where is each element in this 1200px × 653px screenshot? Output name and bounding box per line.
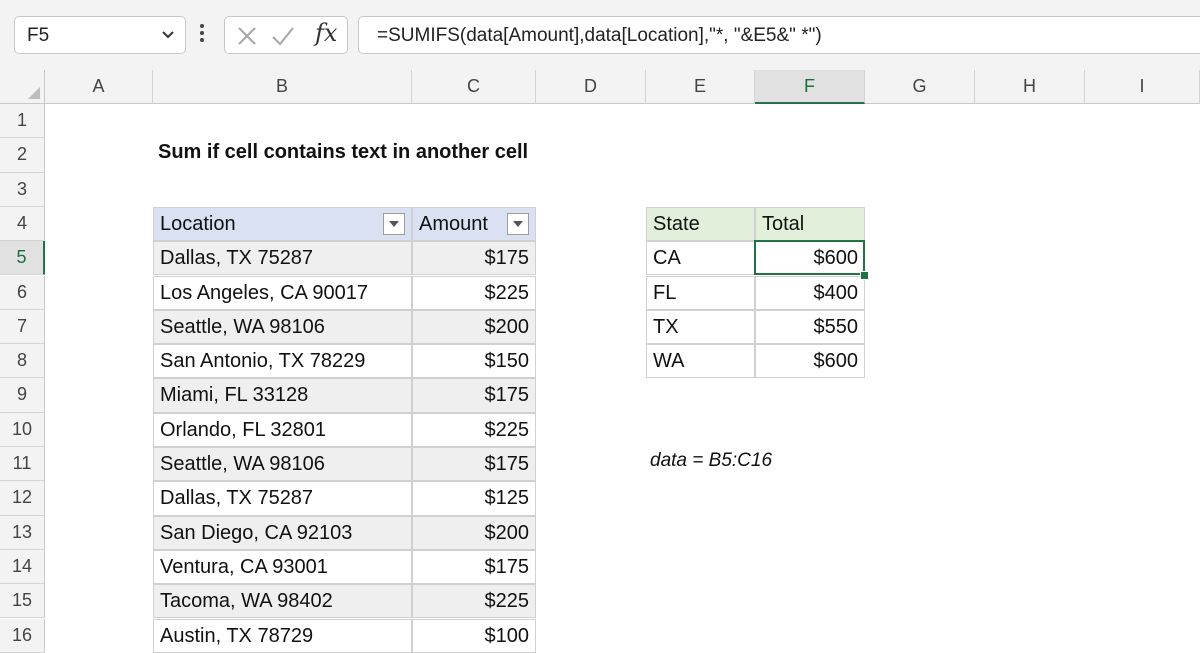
location-cell[interactable]: Ventura, CA 93001	[153, 549, 412, 585]
amount-cell[interactable]: $200	[412, 309, 536, 345]
state-cell[interactable]: TX	[646, 309, 755, 345]
column-header-b[interactable]: B	[153, 70, 412, 104]
name-box[interactable]: F5	[14, 16, 186, 54]
column-header-g[interactable]: G	[865, 70, 975, 104]
location-cell[interactable]: Tacoma, WA 98402	[153, 584, 412, 619]
row-header-3[interactable]: 3	[0, 172, 45, 207]
sheet-title[interactable]: Sum if cell contains text in another cel…	[158, 141, 528, 164]
name-box-value: F5	[27, 25, 50, 46]
amount-cell[interactable]: $175	[412, 447, 536, 482]
total-cell[interactable]: $400	[755, 275, 865, 310]
amount-cell[interactable]: $150	[412, 344, 536, 379]
filter-dropdown-icon[interactable]	[507, 212, 529, 235]
row-header-6[interactable]: 6	[0, 275, 45, 310]
amount-cell[interactable]: $225	[412, 412, 536, 447]
state-cell[interactable]: CA	[646, 241, 755, 276]
row-header-9[interactable]: 9	[0, 378, 45, 413]
column-header-d[interactable]: D	[536, 70, 646, 104]
enter-check-icon[interactable]	[271, 26, 295, 46]
formula-text: =SUMIFS(data[Amount],data[Location],"*, …	[377, 25, 822, 46]
location-cell[interactable]: San Antonio, TX 78229	[153, 344, 412, 379]
location-cell[interactable]: Los Angeles, CA 90017	[153, 275, 412, 310]
column-header-i[interactable]: I	[1085, 70, 1200, 104]
fill-handle[interactable]	[860, 270, 869, 280]
location-cell[interactable]: Austin, TX 78729	[153, 618, 412, 653]
amount-cell[interactable]: $175	[412, 378, 536, 413]
formula-actions: fx	[224, 16, 348, 54]
state-cell[interactable]: FL	[646, 275, 755, 310]
row-header-12[interactable]: 12	[0, 481, 45, 516]
total-cell[interactable]: $550	[755, 309, 865, 345]
column-header-h[interactable]: H	[975, 70, 1085, 104]
location-cell[interactable]: Seattle, WA 98106	[153, 447, 412, 482]
location-cell[interactable]: Dallas, TX 75287	[153, 241, 412, 276]
amount-cell[interactable]: $200	[412, 515, 536, 550]
active-cell-selection[interactable]	[754, 240, 865, 276]
amount-cell[interactable]: $225	[412, 275, 536, 310]
formula-bar-area: F5 fx =SUMIFS(data[Amount],data[Location…	[0, 0, 1200, 70]
state-header[interactable]: State	[646, 206, 755, 242]
location-cell[interactable]: Seattle, WA 98106	[153, 309, 412, 345]
more-options-icon[interactable]	[199, 24, 205, 48]
row-header-13[interactable]: 13	[0, 515, 45, 550]
chevron-down-icon[interactable]	[161, 30, 175, 40]
row-header-8[interactable]: 8	[0, 344, 45, 379]
row-header-16[interactable]: 16	[0, 618, 45, 653]
location-cell[interactable]: Miami, FL 33128	[153, 378, 412, 413]
location-header[interactable]: Location	[153, 206, 412, 242]
state-cell[interactable]: WA	[646, 344, 755, 379]
cancel-icon[interactable]	[237, 26, 257, 46]
row-header-5[interactable]: 5	[0, 241, 45, 276]
amount-cell[interactable]: $175	[412, 241, 536, 276]
row-header-1[interactable]: 1	[0, 104, 45, 139]
amount-cell[interactable]: $100	[412, 618, 536, 653]
named-range-note[interactable]: data = B5:C16	[650, 450, 772, 472]
row-header-10[interactable]: 10	[0, 412, 45, 447]
location-cell[interactable]: Dallas, TX 75287	[153, 481, 412, 516]
row-header-4[interactable]: 4	[0, 206, 45, 242]
select-all-corner[interactable]	[0, 70, 45, 104]
insert-function-icon[interactable]: fx	[315, 19, 337, 47]
row-header-15[interactable]: 15	[0, 584, 45, 619]
row-header-7[interactable]: 7	[0, 309, 45, 345]
location-cell[interactable]: San Diego, CA 92103	[153, 515, 412, 550]
column-header-e[interactable]: E	[646, 70, 755, 104]
row-header-2[interactable]: 2	[0, 138, 45, 173]
amount-cell[interactable]: $125	[412, 481, 536, 516]
column-header-f[interactable]: F	[755, 70, 865, 104]
column-header-c[interactable]: C	[412, 70, 536, 104]
formula-input[interactable]: =SUMIFS(data[Amount],data[Location],"*, …	[358, 16, 1200, 54]
location-cell[interactable]: Orlando, FL 32801	[153, 412, 412, 447]
worksheet-grid: ABCDEFGHI 1 2 3 4 5 6 7 8 9 10 11 12 13 14 15 16 Sum if…	[0, 70, 1200, 653]
amount-cell[interactable]: $175	[412, 549, 536, 585]
filter-dropdown-icon[interactable]	[383, 212, 405, 235]
column-header-a[interactable]: A	[45, 70, 153, 104]
amount-cell[interactable]: $225	[412, 584, 536, 619]
row-header-14[interactable]: 14	[0, 549, 45, 585]
total-cell[interactable]: $600	[755, 344, 865, 379]
total-header[interactable]: Total	[755, 206, 865, 242]
row-header-11[interactable]: 11	[0, 447, 45, 482]
